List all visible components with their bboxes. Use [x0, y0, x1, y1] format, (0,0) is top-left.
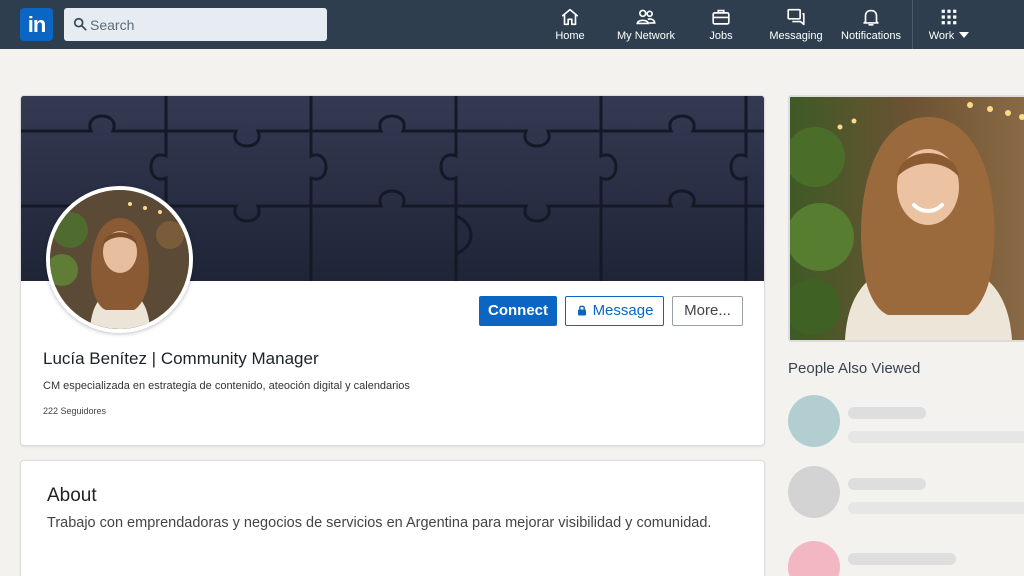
about-text: Trabajo con emprendadoras y negocios de … — [47, 515, 712, 531]
side-profile-photo[interactable] — [788, 95, 1024, 342]
people-also-viewed-title: People Also Viewed — [788, 360, 921, 377]
nav-divider — [912, 0, 913, 49]
nav-item-work[interactable]: Work — [926, 6, 972, 46]
nav-label: Jobs — [709, 30, 733, 42]
follower-count[interactable]: 222 Seguidores — [43, 406, 106, 416]
nav-item-home[interactable]: Home — [550, 6, 590, 46]
search-box[interactable] — [64, 8, 327, 41]
placeholder-line — [848, 431, 1024, 443]
nav-label: Work — [926, 30, 972, 42]
more-button[interactable]: More... — [672, 296, 743, 326]
lock-icon — [577, 305, 586, 316]
nav-item-notifications[interactable]: Notifications — [838, 6, 904, 46]
nav-item-jobs[interactable]: Jobs — [702, 6, 740, 46]
avatar — [788, 395, 840, 447]
home-icon — [561, 8, 579, 26]
network-icon — [636, 9, 656, 25]
nav-label: Notifications — [841, 30, 901, 42]
about-title: About — [47, 485, 97, 506]
message-button[interactable]: Message — [565, 296, 664, 326]
profile-headline: CM especializada en estrategia de conten… — [43, 380, 410, 392]
nav-label: My Network — [616, 30, 676, 42]
linkedin-logo[interactable]: in — [20, 8, 53, 41]
placeholder-line — [848, 502, 1024, 514]
connect-button[interactable]: Connect — [479, 296, 557, 326]
avatar — [788, 466, 840, 518]
profile-photo — [50, 190, 189, 329]
placeholder-line — [848, 553, 956, 565]
nav-label: Home — [555, 30, 585, 42]
chevron-down-icon — [959, 32, 970, 38]
nav-item-my-network[interactable]: My Network — [610, 6, 682, 46]
placeholder-line — [848, 478, 926, 490]
grid-icon — [941, 9, 957, 25]
top-nav-bar: in Home My Network Jobs — [0, 0, 1024, 49]
profile-card: Connect Message More... Lucía Benítez | … — [20, 95, 765, 446]
nav-item-messaging[interactable]: Messaging — [766, 6, 826, 46]
profile-avatar[interactable] — [46, 186, 193, 333]
briefcase-icon — [712, 9, 730, 25]
search-input[interactable] — [90, 8, 320, 41]
people-list-item[interactable] — [788, 541, 1024, 576]
people-list-item[interactable] — [788, 466, 1024, 520]
avatar — [788, 541, 840, 576]
messaging-icon — [787, 8, 805, 26]
placeholder-line — [848, 407, 926, 419]
search-icon — [73, 17, 87, 31]
nav-label: Messaging — [769, 30, 823, 42]
people-list-item[interactable] — [788, 395, 1024, 449]
about-card: About Trabajo con emprendadoras y negoci… — [20, 460, 765, 576]
profile-name: Lucía Benítez | Community Manager — [43, 349, 319, 368]
bell-icon — [863, 9, 879, 26]
side-photo-image — [790, 97, 1024, 340]
